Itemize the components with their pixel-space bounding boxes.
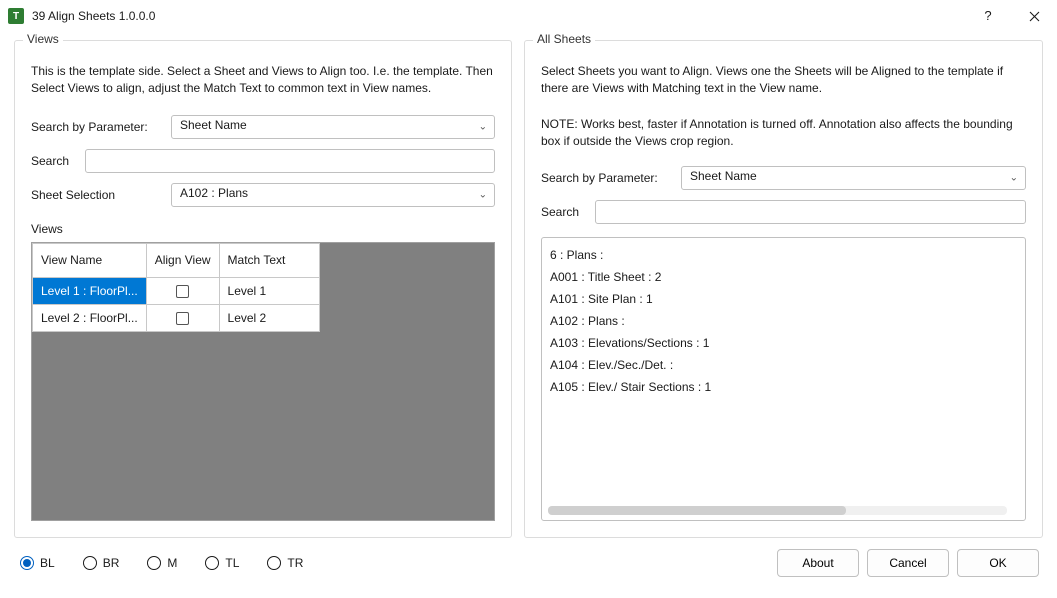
- ok-button[interactable]: OK: [957, 549, 1039, 577]
- search-param-label-right: Search by Parameter:: [541, 171, 671, 185]
- list-item[interactable]: A101 : Site Plan : 1: [550, 288, 1017, 310]
- radio-icon: [147, 556, 161, 570]
- window-title: 39 Align Sheets 1.0.0.0: [32, 9, 155, 23]
- col-align-view[interactable]: Align View: [146, 243, 219, 277]
- align-radio-m[interactable]: M: [147, 556, 177, 570]
- radio-label: BR: [103, 556, 120, 570]
- views-grid-area: View Name Align View Match Text Level 1 …: [31, 242, 495, 521]
- table-row[interactable]: Level 1 : FloorPl... Level 1: [33, 277, 320, 304]
- list-item[interactable]: A105 : Elev./ Stair Sections : 1: [550, 376, 1017, 398]
- footer: BL BR M TL TR About Cancel OK: [0, 538, 1057, 588]
- cell-match-text[interactable]: Level 2: [219, 305, 319, 332]
- cell-view-name[interactable]: Level 2 : FloorPl...: [33, 305, 147, 332]
- horizontal-scrollbar[interactable]: [548, 506, 1007, 515]
- radio-icon: [20, 556, 34, 570]
- col-view-name[interactable]: View Name: [33, 243, 147, 277]
- align-checkbox[interactable]: [176, 285, 189, 298]
- align-radio-tl[interactable]: TL: [205, 556, 239, 570]
- all-sheets-group: All Sheets Select Sheets you want to Ali…: [524, 40, 1043, 538]
- search-param-label: Search by Parameter:: [31, 120, 161, 134]
- cell-view-name[interactable]: Level 1 : FloorPl...: [33, 277, 147, 304]
- list-item[interactable]: A102 : Plans :: [550, 310, 1017, 332]
- list-item[interactable]: 6 : Plans :: [550, 244, 1017, 266]
- search-param-select-right[interactable]: Sheet Name: [681, 166, 1026, 190]
- search-label: Search: [31, 154, 75, 168]
- scrollbar-thumb[interactable]: [548, 506, 846, 515]
- sheet-selection-select[interactable]: A102 : Plans: [171, 183, 495, 207]
- views-table[interactable]: View Name Align View Match Text Level 1 …: [32, 243, 320, 333]
- views-label: Views: [31, 222, 495, 236]
- list-item[interactable]: A103 : Elevations/Sections : 1: [550, 332, 1017, 354]
- radio-icon: [83, 556, 97, 570]
- search-label-right: Search: [541, 205, 585, 219]
- radio-label: TR: [287, 556, 303, 570]
- cell-match-text[interactable]: Level 1: [219, 277, 319, 304]
- help-button[interactable]: ?: [965, 0, 1011, 32]
- align-radio-tr[interactable]: TR: [267, 556, 303, 570]
- close-button[interactable]: [1011, 0, 1057, 32]
- close-icon: [1029, 11, 1040, 22]
- svg-text:?: ?: [984, 9, 991, 23]
- alignment-radios: BL BR M TL TR: [20, 556, 303, 570]
- align-checkbox[interactable]: [176, 312, 189, 325]
- app-icon: T: [8, 8, 24, 24]
- radio-label: M: [167, 556, 177, 570]
- about-button[interactable]: About: [777, 549, 859, 577]
- views-group: Views This is the template side. Select …: [14, 40, 512, 538]
- search-param-select[interactable]: Sheet Name: [171, 115, 495, 139]
- table-row[interactable]: Level 2 : FloorPl... Level 2: [33, 305, 320, 332]
- all-sheets-note: NOTE: Works best, faster if Annotation i…: [541, 116, 1026, 151]
- search-input[interactable]: [85, 149, 495, 173]
- all-sheets-description: Select Sheets you want to Align. Views o…: [541, 63, 1026, 98]
- views-group-title: Views: [23, 32, 63, 46]
- titlebar: T 39 Align Sheets 1.0.0.0 ?: [0, 0, 1057, 32]
- radio-icon: [205, 556, 219, 570]
- help-icon: ?: [983, 9, 993, 23]
- list-item[interactable]: A104 : Elev./Sec./Det. :: [550, 354, 1017, 376]
- col-match-text[interactable]: Match Text: [219, 243, 319, 277]
- radio-label: BL: [40, 556, 55, 570]
- align-radio-bl[interactable]: BL: [20, 556, 55, 570]
- all-sheets-group-title: All Sheets: [533, 32, 595, 46]
- radio-label: TL: [225, 556, 239, 570]
- sheets-listbox[interactable]: 6 : Plans :A001 : Title Sheet : 2A101 : …: [541, 237, 1026, 521]
- list-item[interactable]: A001 : Title Sheet : 2: [550, 266, 1017, 288]
- cell-align-view[interactable]: [146, 277, 219, 304]
- cell-align-view[interactable]: [146, 305, 219, 332]
- views-description: This is the template side. Select a Shee…: [31, 63, 495, 98]
- cancel-button[interactable]: Cancel: [867, 549, 949, 577]
- sheet-selection-label: Sheet Selection: [31, 188, 161, 202]
- radio-icon: [267, 556, 281, 570]
- align-radio-br[interactable]: BR: [83, 556, 120, 570]
- search-input-right[interactable]: [595, 200, 1026, 224]
